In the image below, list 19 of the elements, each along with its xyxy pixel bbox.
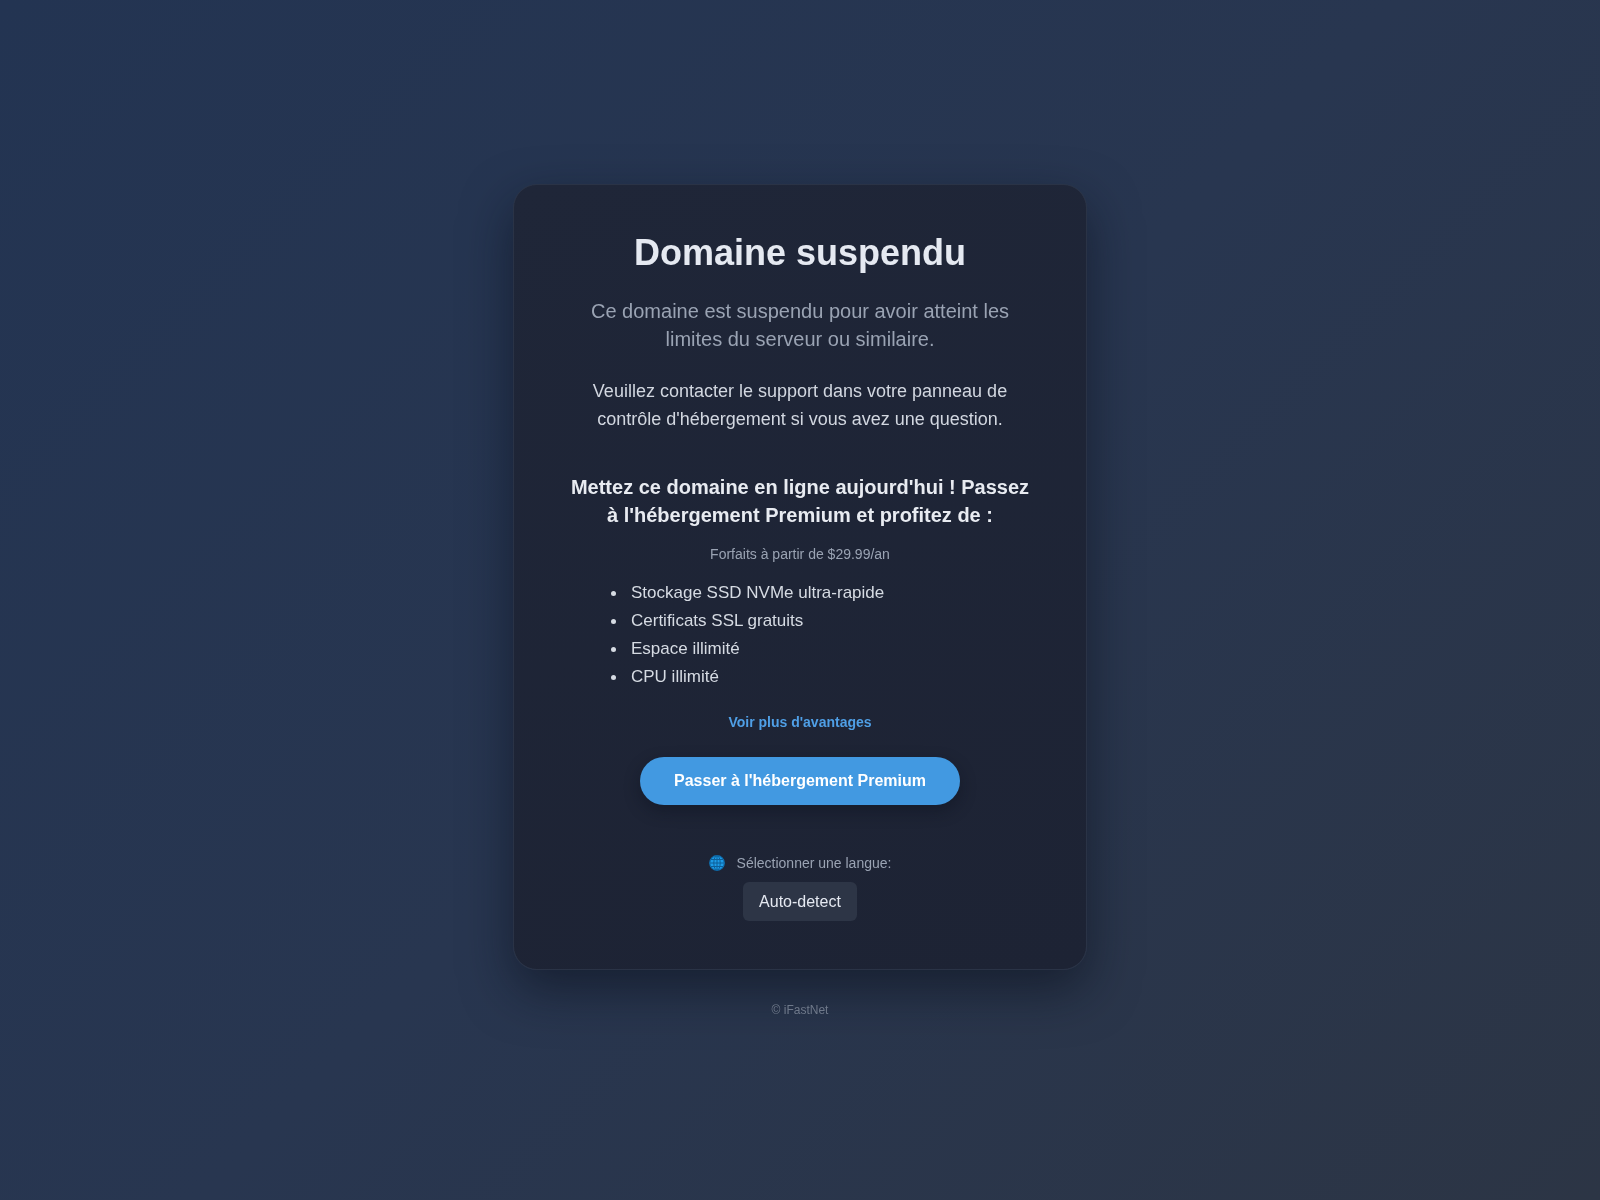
- feature-item: Stockage SSD NVMe ultra-rapide: [631, 582, 885, 604]
- feature-item: Espace illimité: [631, 638, 740, 660]
- price-note: Forfaits à partir de $29.99/an: [710, 545, 890, 564]
- bullet-icon: [611, 590, 616, 596]
- feature-item: CPU illimité: [631, 666, 719, 688]
- bullet-icon: [611, 674, 616, 680]
- language-label: Sélectionner une langue:: [736, 854, 892, 873]
- globe-icon: [708, 855, 725, 871]
- promo-heading: Mettez ce domaine en ligne aujourd'hui ! Passez à l'hébergement Premium et profitez de :: [569, 475, 1031, 528]
- subtitle-text: Ce domaine est suspendu pour avoir atteint les limites du serveur ou similaire.: [590, 299, 1010, 352]
- more-benefits-link[interactable]: Voir plus d'avantages: [728, 712, 872, 732]
- feature-item: Certificats SSL gratuits: [631, 610, 804, 632]
- support-message: Veuillez contacter le support dans votre panneau de contrôle d'hébergement si vous avez une question.: [591, 380, 1009, 431]
- bullet-icon: [611, 618, 616, 624]
- page-title: Domaine suspendu: [633, 231, 967, 275]
- copyright-text: © iFastNet: [771, 1002, 829, 1018]
- bullet-icon: [611, 646, 616, 652]
- upgrade-button[interactable]: Passer à l'hébergement Premium: [640, 757, 960, 805]
- language-select[interactable]: Auto-detect: [743, 882, 857, 921]
